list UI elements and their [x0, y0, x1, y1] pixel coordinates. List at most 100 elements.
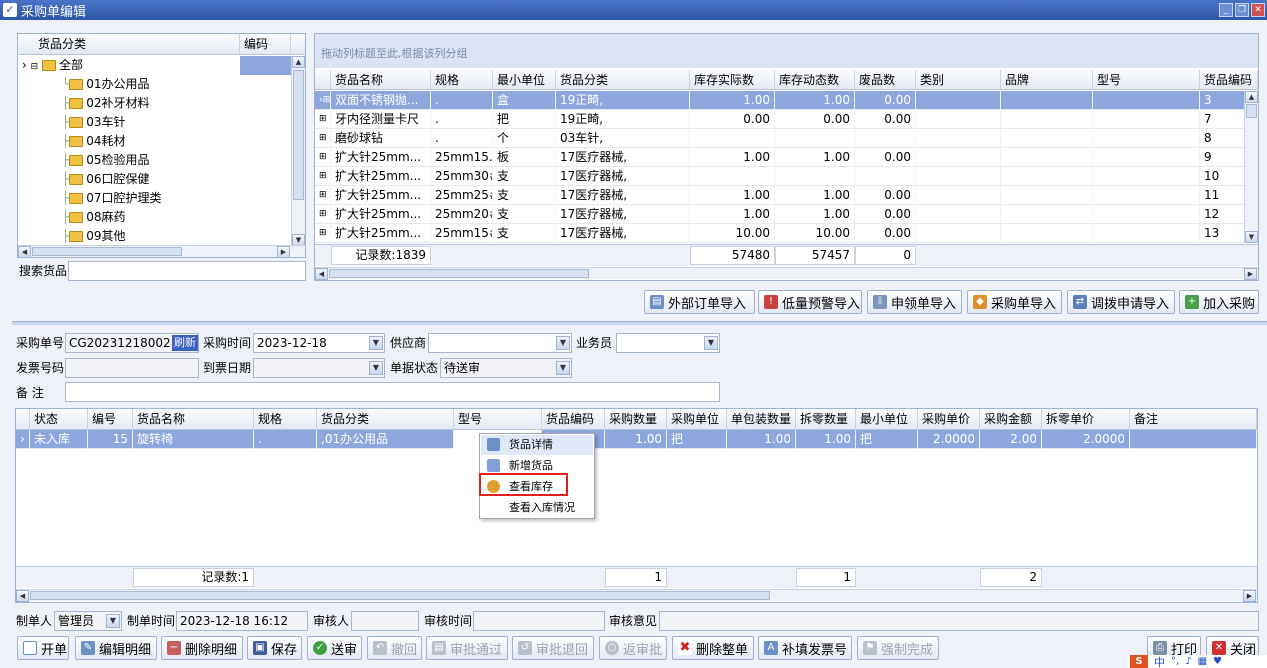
- chevron-down-icon[interactable]: ▼: [556, 336, 570, 350]
- tree-item[interactable]: ├ 03车针: [62, 113, 126, 132]
- col-product-name[interactable]: 货品名称: [133, 409, 254, 429]
- chevron-down-icon[interactable]: ▼: [369, 361, 383, 375]
- scroll-up-icon[interactable]: ▲: [292, 56, 305, 68]
- col-category[interactable]: 货品分类: [556, 70, 690, 89]
- scroll-left-icon[interactable]: ◀: [16, 590, 29, 602]
- chevron-down-icon[interactable]: ▼: [704, 336, 718, 350]
- scroll-right-icon[interactable]: ▶: [1243, 590, 1256, 602]
- col-type[interactable]: 类别: [916, 70, 1001, 89]
- col-purchase-unit[interactable]: 采购单位: [667, 409, 727, 429]
- scroll-left-icon[interactable]: ◀: [315, 268, 328, 280]
- table-row[interactable]: ⊞ 扩大针25mm... 25mm20# 支 17医疗器械, 1.00 1.00 0.00 12: [315, 205, 1245, 224]
- tree-item[interactable]: ├ 08麻药: [62, 208, 126, 227]
- transfer-request-import-button[interactable]: ⇄ 调拨申请导入: [1067, 290, 1175, 314]
- mic-icon[interactable]: ♪: [1185, 656, 1191, 667]
- tree-item[interactable]: ├ 06口腔保健: [62, 170, 150, 189]
- doc-status-select[interactable]: 待送审 ▼: [440, 358, 572, 378]
- supplier-select[interactable]: ▼: [428, 333, 572, 353]
- external-order-import-button[interactable]: ▤ 外部订单导入: [644, 290, 755, 314]
- col-spec[interactable]: 规格: [431, 70, 493, 89]
- force-complete-button[interactable]: ⚑ 强制完成: [857, 636, 939, 660]
- product-vscroll[interactable]: ▲ ▼: [1244, 91, 1258, 243]
- scroll-right-icon[interactable]: ▶: [277, 246, 290, 258]
- header-code[interactable]: 编码: [240, 34, 291, 54]
- audit-opinion-field[interactable]: [659, 611, 1259, 631]
- delete-order-button[interactable]: ✖ 删除整单: [672, 636, 754, 660]
- tree-root[interactable]: › ⊟ 全部: [18, 56, 291, 75]
- scroll-up-icon[interactable]: ▲: [1245, 91, 1258, 103]
- menu-item-product-detail[interactable]: 货品详情: [481, 435, 593, 455]
- table-row[interactable]: ›⊞ 双面不锈钢抛.... 盒 19正畸, 1.00 1.00 0.00 3: [315, 91, 1245, 110]
- new-order-button[interactable]: 开单: [17, 636, 69, 660]
- expand-icon[interactable]: ⊞: [315, 167, 331, 186]
- tree-item[interactable]: ├ 04耗材: [62, 132, 126, 151]
- expand-icon[interactable]: ⊞: [315, 186, 331, 205]
- col-model[interactable]: 型号: [454, 409, 542, 429]
- header-category[interactable]: 货品分类: [18, 34, 240, 54]
- skin-icon[interactable]: ♥: [1213, 656, 1222, 667]
- col-brand[interactable]: 品牌: [1001, 70, 1093, 89]
- purchase-time-field[interactable]: 2023-12-18 ▼: [253, 333, 385, 353]
- col-waste[interactable]: 废品数: [855, 70, 916, 89]
- col-model[interactable]: 型号: [1093, 70, 1200, 89]
- table-row[interactable]: ⊞ 扩大针25mm... 25mm30# 支 17医疗器械, 10: [315, 167, 1245, 186]
- scroll-right-icon[interactable]: ▶: [1244, 268, 1257, 280]
- note-input[interactable]: [65, 382, 720, 402]
- audit-time-field[interactable]: [473, 611, 605, 631]
- expand-icon[interactable]: ⊞: [315, 129, 331, 148]
- low-warning-import-button[interactable]: ! 低量预警导入: [758, 290, 862, 314]
- edit-detail-button[interactable]: ✎ 编辑明细: [75, 636, 157, 660]
- product-hscroll[interactable]: ◀ ▶: [315, 267, 1258, 280]
- save-button[interactable]: ▣ 保存: [247, 636, 302, 660]
- chevron-down-icon[interactable]: ▼: [369, 336, 383, 350]
- expand-icon[interactable]: ›⊞: [315, 91, 331, 110]
- table-row[interactable]: › 未入库 15 旋转椅 . ,01办公用品 1.00 把 1.00 1.00 …: [16, 430, 1257, 449]
- table-row[interactable]: ⊞扩大针25mm...25mm15...板17医疗器械,1.001.000.00…: [315, 148, 1245, 167]
- col-unit-price[interactable]: 采购单价: [918, 409, 980, 429]
- expand-icon[interactable]: ⊞: [315, 110, 331, 129]
- chevron-down-icon[interactable]: ▼: [106, 614, 120, 628]
- close-window-button[interactable]: ✕: [1251, 3, 1265, 17]
- ime-logo-icon[interactable]: S: [1130, 655, 1148, 668]
- table-row[interactable]: ⊞ 扩大针25mm... 25mm25# 支 17医疗器械, 1.00 1.00 0.00 11: [315, 186, 1245, 205]
- keyboard-icon[interactable]: ▦: [1198, 656, 1207, 667]
- salesman-select[interactable]: ▼: [616, 333, 720, 353]
- tree-vscroll[interactable]: ▲ ▼: [291, 56, 305, 246]
- chevron-down-icon[interactable]: ▼: [556, 361, 570, 375]
- ime-mode[interactable]: 中: [1154, 655, 1165, 668]
- col-product-name[interactable]: 货品名称: [331, 70, 431, 89]
- approve-button[interactable]: ▤ 审批通过: [426, 636, 508, 660]
- menu-item-view-inbound[interactable]: 查看入库情况: [481, 498, 593, 518]
- auditor-field[interactable]: [351, 611, 419, 631]
- make-time-field[interactable]: 2023-12-18 16:12: [176, 611, 308, 631]
- maker-field[interactable]: 管理员 ▼: [54, 611, 122, 631]
- col-spec[interactable]: 规格: [254, 409, 317, 429]
- minimize-button[interactable]: _: [1219, 3, 1233, 17]
- col-stock-actual[interactable]: 库存实际数: [690, 70, 775, 89]
- col-min-unit[interactable]: 最小单位: [856, 409, 918, 429]
- add-purchase-button[interactable]: + 加入采购: [1179, 290, 1259, 314]
- col-stock-dynamic[interactable]: 库存动态数: [775, 70, 855, 89]
- col-split-qty[interactable]: 拆零数量: [796, 409, 856, 429]
- expand-icon[interactable]: ⊞: [315, 205, 331, 224]
- withdraw-button[interactable]: ↶ 撤回: [367, 636, 422, 660]
- tree-item[interactable]: ├ 09其他: [62, 227, 126, 246]
- table-row[interactable]: ⊞ 磨砂球钻. 个 03车针, 8: [315, 129, 1245, 148]
- restore-button[interactable]: ❐: [1235, 3, 1249, 17]
- table-row[interactable]: ⊞ 牙内径测量卡尺. 把 19正畸, 0.00 0.00 0.00 7: [315, 110, 1245, 129]
- col-min-unit[interactable]: 最小单位: [493, 70, 556, 89]
- submit-button[interactable]: ✓ 送审: [307, 636, 362, 660]
- fill-invoice-button[interactable]: A 补填发票号: [758, 636, 852, 660]
- scroll-left-icon[interactable]: ◀: [18, 246, 31, 258]
- purchase-order-import-button[interactable]: ◆ 采购单导入: [967, 290, 1062, 314]
- col-category[interactable]: 货品分类: [317, 409, 454, 429]
- col-product-code[interactable]: 货品编码: [1200, 70, 1258, 89]
- refresh-button[interactable]: 刷新: [172, 335, 198, 351]
- reject-button[interactable]: ↺ 审批退回: [512, 636, 594, 660]
- col-amount[interactable]: 采购金额: [980, 409, 1042, 429]
- delete-detail-button[interactable]: − 删除明细: [161, 636, 243, 660]
- col-product-code[interactable]: 货品编码: [542, 409, 605, 429]
- arrival-date-field[interactable]: ▼: [253, 358, 385, 378]
- col-split-price[interactable]: 拆零单价: [1042, 409, 1130, 429]
- col-number[interactable]: 编号: [88, 409, 133, 429]
